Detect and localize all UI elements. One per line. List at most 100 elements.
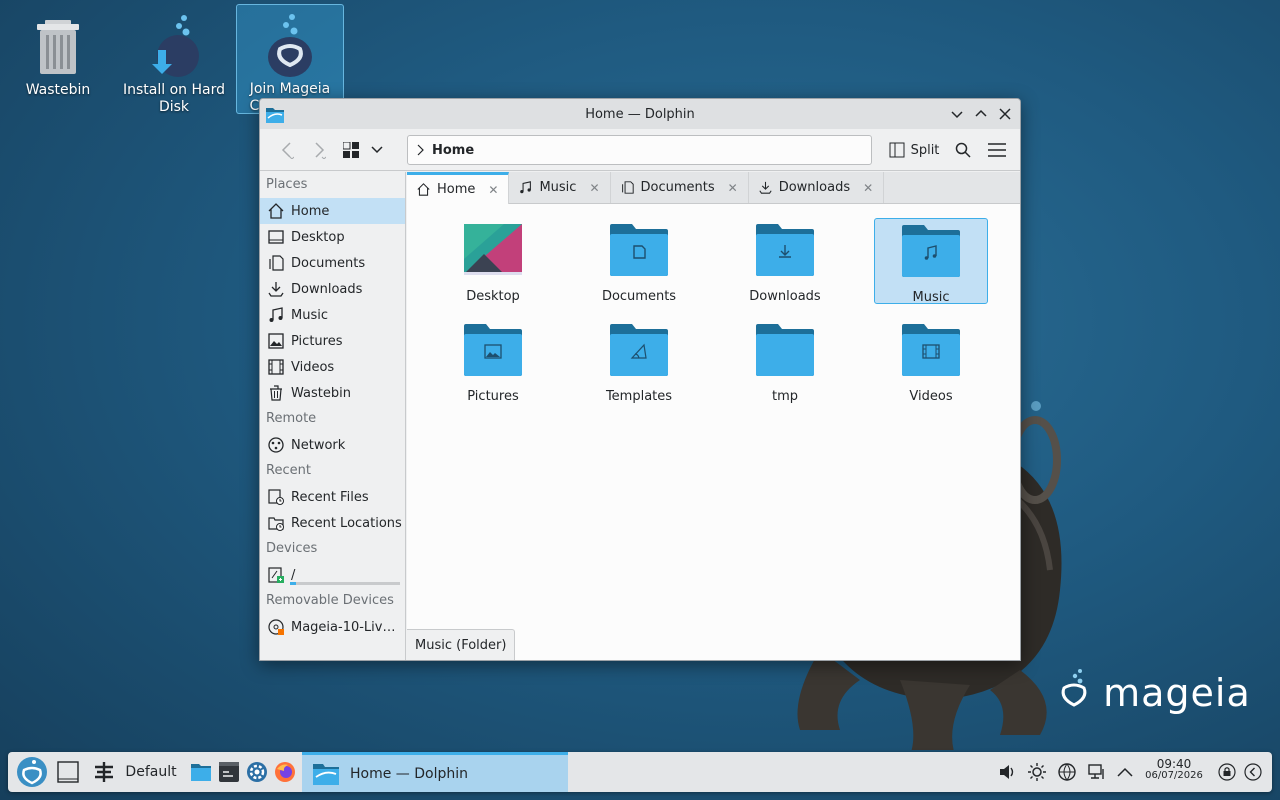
icons-view-icon — [343, 142, 359, 158]
places-section-heading: Places — [266, 177, 308, 192]
launcher-system-settings[interactable] — [244, 752, 270, 792]
activity-switcher[interactable]: Default — [90, 752, 180, 792]
sidebar-item-recent-locations[interactable]: Recent Locations — [260, 510, 405, 536]
documents-icon — [621, 181, 634, 194]
close-tab-icon[interactable]: ✕ — [863, 181, 873, 195]
sidebar-item-documents[interactable]: Documents — [260, 250, 405, 276]
brightness-tray-button[interactable] — [1024, 752, 1050, 792]
documents-folder-icon — [610, 224, 668, 276]
view-mode-button[interactable] — [340, 137, 362, 163]
folder-tmp[interactable]: tmp — [728, 318, 842, 404]
show-hidden-tray-icons-button[interactable] — [1112, 752, 1138, 792]
sidebar-item-label: Documents — [291, 255, 366, 271]
show-desktop-button[interactable] — [54, 752, 82, 792]
forward-button[interactable] — [306, 137, 332, 163]
sidebar-item-desktop[interactable]: Desktop — [260, 224, 405, 250]
sidebar-item-recent-files[interactable]: Recent Files — [260, 484, 405, 510]
desktop-icon — [268, 229, 284, 245]
music-icon — [519, 181, 532, 194]
desktop-icon-wastebin[interactable]: Wastebin — [4, 6, 112, 99]
sidebar-item-label: Desktop — [291, 229, 345, 245]
folder-thumbnail — [756, 324, 814, 380]
sidebar-item-label: / — [291, 567, 296, 583]
folder-documents[interactable]: Documents — [582, 218, 696, 304]
volume-tray-button[interactable] — [994, 752, 1020, 792]
network-tray-button[interactable] — [1054, 752, 1080, 792]
chevron-down-icon — [371, 146, 383, 154]
task-title: Home — Dolphin — [350, 765, 469, 782]
taskbar-task-dolphin[interactable]: Home — Dolphin — [302, 752, 568, 792]
mageia-logo-icon — [1058, 668, 1090, 717]
sidebar-item-label: Recent Files — [291, 489, 369, 505]
folder-templates[interactable]: Templates — [582, 318, 696, 404]
close-tab-icon[interactable]: ✕ — [488, 183, 498, 197]
view-mode-dropdown[interactable] — [366, 137, 388, 163]
mageia-launcher-icon — [17, 757, 47, 787]
folder-pictures[interactable]: Pictures — [436, 318, 550, 404]
sidebar-item-downloads[interactable]: Downloads — [260, 276, 405, 302]
minimize-button[interactable] — [946, 103, 968, 125]
sidebar-item-pictures[interactable]: Pictures — [260, 328, 405, 354]
folder-desktop[interactable]: Desktop — [436, 218, 550, 304]
tab-label: Music — [539, 180, 577, 195]
breadcrumb-home[interactable]: Home — [432, 143, 474, 158]
activities-icon — [95, 762, 114, 782]
places-section-heading: Devices — [266, 541, 318, 556]
sidebar-item-mageia-10-liv[interactable]: Mageia-10-Liv… — [260, 614, 405, 640]
sidebar-item-network[interactable]: Network — [260, 432, 405, 458]
sidebar-item-label: Videos — [291, 359, 335, 375]
recent-files-icon — [268, 489, 284, 505]
hamburger-menu-button[interactable] — [984, 137, 1010, 163]
chevron-right-icon — [417, 144, 424, 156]
clock-date: 06/07/2026 — [1145, 770, 1203, 781]
sidebar-item-root[interactable]: / — [260, 562, 405, 588]
location-breadcrumb[interactable]: Home — [407, 135, 872, 165]
launcher-dolphin[interactable] — [188, 752, 214, 792]
sidebar-item-label: Pictures — [291, 333, 343, 349]
volume-icon — [1000, 765, 1014, 779]
peek-desktop-button[interactable] — [1240, 752, 1266, 792]
lock-screen-button[interactable] — [1214, 752, 1240, 792]
split-label: Split — [910, 142, 940, 158]
sidebar-item-label: Wastebin — [291, 385, 351, 401]
split-view-button[interactable]: Split — [884, 137, 944, 163]
folder-videos[interactable]: Videos — [874, 318, 988, 404]
chevron-left-circle-icon — [1244, 763, 1262, 781]
close-tab-icon[interactable]: ✕ — [728, 181, 738, 195]
pictures-icon — [268, 333, 284, 349]
places-section-heading: Recent — [266, 463, 311, 478]
sidebar-item-music[interactable]: Music — [260, 302, 405, 328]
search-icon — [955, 142, 971, 158]
network-icon — [268, 437, 284, 453]
sidebar-item-wastebin[interactable]: Wastebin — [260, 380, 405, 406]
window-titlebar[interactable]: Home — Dolphin — [260, 99, 1020, 129]
close-window-button[interactable] — [994, 103, 1016, 125]
back-arrow-icon — [281, 142, 294, 159]
videos-icon — [268, 359, 284, 375]
desktop-icon-install-on-hard-disk[interactable]: Install on Hard Disk — [120, 6, 228, 116]
folder-downloads[interactable]: Downloads — [728, 218, 842, 304]
maximize-button[interactable] — [970, 103, 992, 125]
search-button[interactable] — [950, 137, 976, 163]
tab-home[interactable]: Home ✕ — [407, 172, 510, 204]
close-tab-icon[interactable]: ✕ — [589, 181, 599, 195]
tab-documents[interactable]: Documents ✕ — [611, 172, 749, 203]
home-icon — [417, 183, 430, 196]
folder-music[interactable]: Music — [874, 218, 988, 305]
folder-label: Videos — [909, 389, 953, 404]
launcher-terminal[interactable] — [216, 752, 242, 792]
sidebar-item-videos[interactable]: Videos — [260, 354, 405, 380]
back-button[interactable] — [274, 137, 300, 163]
digital-clock[interactable]: 09:40 06/07/2026 — [1144, 758, 1204, 782]
tab-music[interactable]: Music ✕ — [509, 172, 611, 203]
launcher-firefox[interactable] — [272, 752, 298, 792]
downloads-icon — [268, 281, 284, 297]
sidebar-item-home[interactable]: Home — [260, 198, 405, 224]
main-toolbar: Home Split — [260, 129, 1020, 171]
sidebar-item-label: Downloads — [291, 281, 363, 297]
firefox-icon — [275, 762, 295, 782]
application-launcher-button[interactable] — [12, 752, 52, 792]
settings-gear-icon — [247, 762, 267, 782]
wired-network-tray-button[interactable] — [1084, 752, 1110, 792]
tab-downloads[interactable]: Downloads ✕ — [749, 172, 885, 203]
